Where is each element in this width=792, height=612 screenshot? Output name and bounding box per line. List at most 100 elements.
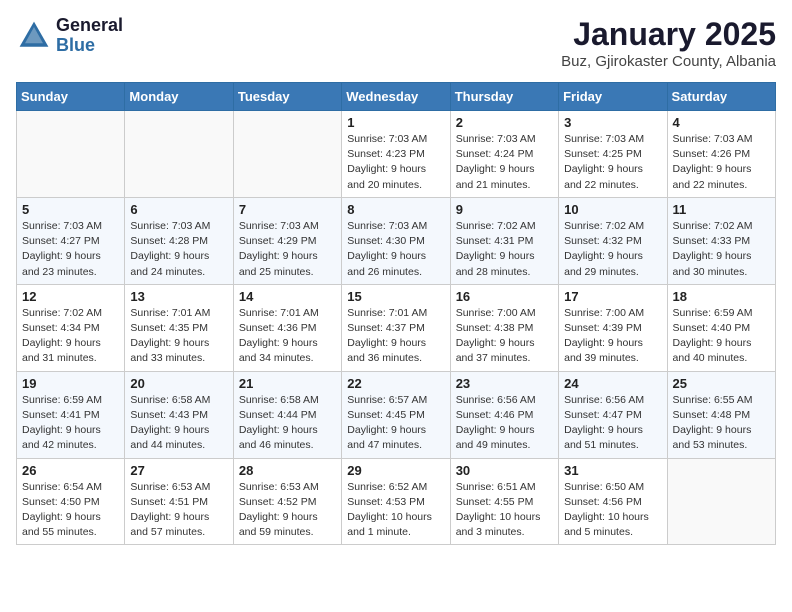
day-number: 15 <box>347 289 444 304</box>
logo-general-text: General <box>56 16 123 36</box>
calendar-body: 1 Sunrise: 7:03 AM Sunset: 4:23 PM Daylig… <box>17 111 776 545</box>
calendar-cell: 26Sunrise: 6:54 AM Sunset: 4:50 PM Dayli… <box>17 458 125 545</box>
calendar-cell: 1 Sunrise: 7:03 AM Sunset: 4:23 PM Daylig… <box>342 111 450 198</box>
day-number: 14 <box>239 289 336 304</box>
day-number: 1 <box>347 115 444 130</box>
calendar-cell: 12Sunrise: 7:02 AM Sunset: 4:34 PM Dayli… <box>17 284 125 371</box>
calendar-cell: 4 Sunrise: 7:03 AM Sunset: 4:26 PM Daylig… <box>667 111 775 198</box>
day-number: 23 <box>456 376 553 391</box>
calendar-cell: 22Sunrise: 6:57 AM Sunset: 4:45 PM Dayli… <box>342 371 450 458</box>
day-number: 18 <box>673 289 770 304</box>
day-number: 5 <box>22 202 119 217</box>
calendar-cell: 11 Sunrise: 7:02 AM Sunset: 4:33 PM Dayli… <box>667 197 775 284</box>
day-info: Sunrise: 7:03 AM Sunset: 4:26 PM Dayligh… <box>673 132 770 193</box>
day-number: 2 <box>456 115 553 130</box>
day-info: Sunrise: 7:02 AM Sunset: 4:32 PM Dayligh… <box>564 219 661 280</box>
day-number: 13 <box>130 289 227 304</box>
day-number: 27 <box>130 463 227 478</box>
day-info: Sunrise: 6:50 AM Sunset: 4:56 PM Dayligh… <box>564 480 661 541</box>
day-number: 28 <box>239 463 336 478</box>
day-number: 11 <box>673 202 770 217</box>
calendar-cell: 19 Sunrise: 6:59 AM Sunset: 4:41 PM Dayli… <box>17 371 125 458</box>
weekday-header-monday: Monday <box>125 83 233 111</box>
day-info: Sunrise: 6:56 AM Sunset: 4:47 PM Dayligh… <box>564 393 661 454</box>
month-title: January 2025 <box>561 16 776 53</box>
calendar-header: SundayMondayTuesdayWednesdayThursdayFrid… <box>17 83 776 111</box>
day-info: Sunrise: 7:02 AM Sunset: 4:33 PM Dayligh… <box>673 219 770 280</box>
day-number: 12 <box>22 289 119 304</box>
day-info: Sunrise: 7:01 AM Sunset: 4:35 PM Dayligh… <box>130 306 227 367</box>
day-number: 19 <box>22 376 119 391</box>
calendar-cell: 13 Sunrise: 7:01 AM Sunset: 4:35 PM Dayli… <box>125 284 233 371</box>
day-info: Sunrise: 7:03 AM Sunset: 4:23 PM Dayligh… <box>347 132 444 193</box>
day-info: Sunrise: 6:56 AM Sunset: 4:46 PM Dayligh… <box>456 393 553 454</box>
location-title: Buz, Gjirokaster County, Albania <box>561 53 776 70</box>
day-info: Sunrise: 7:03 AM Sunset: 4:25 PM Dayligh… <box>564 132 661 193</box>
calendar-week-2: 5Sunrise: 7:03 AM Sunset: 4:27 PM Daylig… <box>17 197 776 284</box>
calendar-table: SundayMondayTuesdayWednesdayThursdayFrid… <box>16 82 776 545</box>
day-number: 9 <box>456 202 553 217</box>
calendar-cell: 30 Sunrise: 6:51 AM Sunset: 4:55 PM Dayli… <box>450 458 558 545</box>
calendar-cell: 14 Sunrise: 7:01 AM Sunset: 4:36 PM Dayli… <box>233 284 341 371</box>
day-number: 8 <box>347 202 444 217</box>
day-number: 30 <box>456 463 553 478</box>
weekday-header-wednesday: Wednesday <box>342 83 450 111</box>
day-number: 4 <box>673 115 770 130</box>
calendar-cell <box>233 111 341 198</box>
day-info: Sunrise: 7:00 AM Sunset: 4:38 PM Dayligh… <box>456 306 553 367</box>
day-info: Sunrise: 7:01 AM Sunset: 4:37 PM Dayligh… <box>347 306 444 367</box>
day-number: 21 <box>239 376 336 391</box>
day-number: 20 <box>130 376 227 391</box>
day-number: 24 <box>564 376 661 391</box>
day-info: Sunrise: 7:03 AM Sunset: 4:29 PM Dayligh… <box>239 219 336 280</box>
weekday-header-tuesday: Tuesday <box>233 83 341 111</box>
day-number: 16 <box>456 289 553 304</box>
calendar-cell: 27 Sunrise: 6:53 AM Sunset: 4:51 PM Dayli… <box>125 458 233 545</box>
calendar-cell: 3Sunrise: 7:03 AM Sunset: 4:25 PM Daylig… <box>559 111 667 198</box>
calendar-cell: 8 Sunrise: 7:03 AM Sunset: 4:30 PM Daylig… <box>342 197 450 284</box>
weekday-header-sunday: Sunday <box>17 83 125 111</box>
calendar-cell: 10Sunrise: 7:02 AM Sunset: 4:32 PM Dayli… <box>559 197 667 284</box>
calendar-cell: 7 Sunrise: 7:03 AM Sunset: 4:29 PM Daylig… <box>233 197 341 284</box>
calendar-cell: 24 Sunrise: 6:56 AM Sunset: 4:47 PM Dayli… <box>559 371 667 458</box>
calendar-cell: 23 Sunrise: 6:56 AM Sunset: 4:46 PM Dayli… <box>450 371 558 458</box>
calendar-cell: 20Sunrise: 6:58 AM Sunset: 4:43 PM Dayli… <box>125 371 233 458</box>
day-number: 25 <box>673 376 770 391</box>
calendar-cell: 15 Sunrise: 7:01 AM Sunset: 4:37 PM Dayli… <box>342 284 450 371</box>
logo-blue-text: Blue <box>56 36 123 56</box>
calendar-week-1: 1 Sunrise: 7:03 AM Sunset: 4:23 PM Daylig… <box>17 111 776 198</box>
day-info: Sunrise: 7:03 AM Sunset: 4:24 PM Dayligh… <box>456 132 553 193</box>
day-info: Sunrise: 6:53 AM Sunset: 4:51 PM Dayligh… <box>130 480 227 541</box>
calendar-week-5: 26Sunrise: 6:54 AM Sunset: 4:50 PM Dayli… <box>17 458 776 545</box>
weekday-header-saturday: Saturday <box>667 83 775 111</box>
day-number: 7 <box>239 202 336 217</box>
day-info: Sunrise: 6:58 AM Sunset: 4:44 PM Dayligh… <box>239 393 336 454</box>
calendar-cell: 28 Sunrise: 6:53 AM Sunset: 4:52 PM Dayli… <box>233 458 341 545</box>
calendar-cell <box>17 111 125 198</box>
day-info: Sunrise: 6:52 AM Sunset: 4:53 PM Dayligh… <box>347 480 444 541</box>
day-info: Sunrise: 6:59 AM Sunset: 4:41 PM Dayligh… <box>22 393 119 454</box>
calendar-cell: 25 Sunrise: 6:55 AM Sunset: 4:48 PM Dayli… <box>667 371 775 458</box>
title-block: January 2025 Buz, Gjirokaster County, Al… <box>561 16 776 70</box>
logo: General Blue <box>16 16 123 56</box>
day-info: Sunrise: 7:01 AM Sunset: 4:36 PM Dayligh… <box>239 306 336 367</box>
calendar-cell: 6Sunrise: 7:03 AM Sunset: 4:28 PM Daylig… <box>125 197 233 284</box>
calendar-cell: 18Sunrise: 6:59 AM Sunset: 4:40 PM Dayli… <box>667 284 775 371</box>
day-number: 31 <box>564 463 661 478</box>
calendar-cell: 9 Sunrise: 7:02 AM Sunset: 4:31 PM Daylig… <box>450 197 558 284</box>
calendar-cell: 16 Sunrise: 7:00 AM Sunset: 4:38 PM Dayli… <box>450 284 558 371</box>
day-info: Sunrise: 6:53 AM Sunset: 4:52 PM Dayligh… <box>239 480 336 541</box>
weekday-header-friday: Friday <box>559 83 667 111</box>
calendar-week-3: 12Sunrise: 7:02 AM Sunset: 4:34 PM Dayli… <box>17 284 776 371</box>
day-info: Sunrise: 7:02 AM Sunset: 4:31 PM Dayligh… <box>456 219 553 280</box>
day-number: 29 <box>347 463 444 478</box>
day-info: Sunrise: 6:54 AM Sunset: 4:50 PM Dayligh… <box>22 480 119 541</box>
day-number: 22 <box>347 376 444 391</box>
calendar-cell <box>667 458 775 545</box>
day-info: Sunrise: 6:55 AM Sunset: 4:48 PM Dayligh… <box>673 393 770 454</box>
day-info: Sunrise: 6:51 AM Sunset: 4:55 PM Dayligh… <box>456 480 553 541</box>
day-info: Sunrise: 7:03 AM Sunset: 4:30 PM Dayligh… <box>347 219 444 280</box>
calendar-cell: 31 Sunrise: 6:50 AM Sunset: 4:56 PM Dayli… <box>559 458 667 545</box>
calendar-cell: 5Sunrise: 7:03 AM Sunset: 4:27 PM Daylig… <box>17 197 125 284</box>
weekday-header-row: SundayMondayTuesdayWednesdayThursdayFrid… <box>17 83 776 111</box>
